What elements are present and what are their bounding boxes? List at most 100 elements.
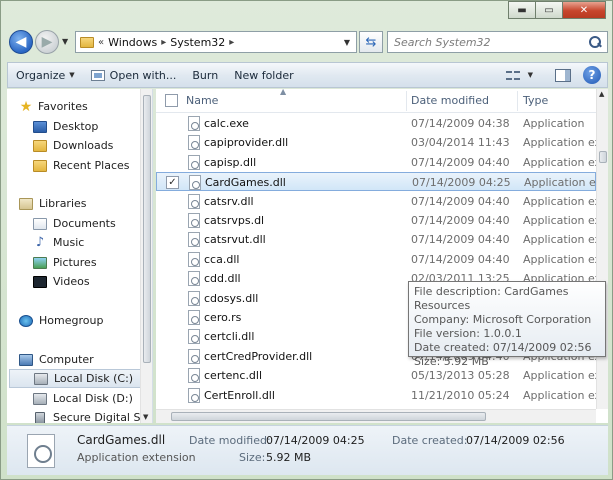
chevron-double-icon[interactable]: « <box>98 37 104 48</box>
view-options-icon <box>505 69 520 81</box>
file-name: cca.dll <box>204 252 240 266</box>
file-row[interactable]: capisp.dll 07/14/2009 04:40 Application ex <box>156 153 601 172</box>
details-pane: CardGames.dll Application extension Date… <box>7 425 608 475</box>
pictures-icon <box>33 256 47 269</box>
file-row[interactable]: capiprovider.dll 03/04/2014 11:43 Applicat… <box>156 133 601 152</box>
horizontal-scroll-thumb[interactable] <box>171 412 486 421</box>
breadcrumb-windows[interactable]: Windows <box>108 36 157 49</box>
select-all-checkbox[interactable] <box>165 94 178 107</box>
vertical-scroll-thumb[interactable] <box>599 151 607 163</box>
breadcrumb-system32[interactable]: System32 <box>170 36 225 49</box>
folder-icon <box>80 36 94 48</box>
chevron-right-icon[interactable]: ▸ <box>161 37 166 48</box>
file-date-modified: 05/13/2013 05:28 <box>411 369 510 383</box>
address-dropdown-chevron-icon[interactable]: ▼ <box>344 38 350 47</box>
command-bar: Organize ▼ Open with... Burn New folder … <box>7 62 608 88</box>
column-type[interactable]: Type <box>523 94 548 107</box>
file-icon <box>188 368 200 384</box>
file-row[interactable]: catsrv.dll 07/14/2009 04:40 Application ex <box>156 192 601 211</box>
recent-pages-chevron-icon[interactable]: ▼ <box>62 37 68 46</box>
file-icon <box>188 251 200 267</box>
details-file-name: CardGames.dll <box>77 433 166 447</box>
nav-secure-digital[interactable]: Secure Digital Sto <box>33 408 152 423</box>
file-row[interactable]: calc.exe 07/14/2009 04:38 Application <box>156 114 596 133</box>
minimize-icon[interactable]: ▬ <box>508 1 536 19</box>
new-folder-button[interactable]: New folder <box>226 64 301 86</box>
nav-libraries[interactable]: Libraries <box>19 194 152 213</box>
search-box <box>387 31 608 53</box>
homegroup-icon <box>19 314 33 327</box>
burn-button[interactable]: Burn <box>184 64 226 86</box>
scroll-up-arrow-icon[interactable]: ▲ <box>599 90 604 98</box>
disk-icon <box>34 372 48 385</box>
nav-label: Local Disk (C:) <box>54 372 134 385</box>
scroll-down-arrow-icon[interactable]: ▼ <box>143 413 148 421</box>
nav-recent-places[interactable]: Recent Places <box>33 156 152 175</box>
nav-music[interactable]: ♪ Music <box>33 233 152 252</box>
nav-documents[interactable]: Documents <box>33 214 152 233</box>
file-icon <box>188 193 200 209</box>
file-row[interactable]: cca.dll 07/14/2009 04:40 Application ex <box>156 250 601 269</box>
column-name[interactable]: Name <box>186 94 218 107</box>
sd-card-icon <box>35 411 45 423</box>
file-date-modified: 11/21/2010 05:24 <box>411 388 510 402</box>
nav-favorites[interactable]: ★ Favorites <box>19 97 152 116</box>
search-input[interactable] <box>394 35 579 49</box>
navigation-pane: ★ Favorites Desktop Downloads Recent Pla… <box>7 89 153 423</box>
help-icon[interactable]: ? <box>583 66 601 84</box>
tooltip-line: Company: Microsoft Corporation <box>414 313 592 326</box>
preview-pane-icon[interactable] <box>555 68 571 82</box>
file-icon <box>188 116 200 131</box>
nav-homegroup[interactable]: Homegroup <box>19 311 152 330</box>
new-folder-label: New folder <box>234 68 294 82</box>
column-date-modified[interactable]: Date modified <box>411 94 489 107</box>
file-name: calc.exe <box>204 117 249 130</box>
libraries-icon <box>19 197 33 210</box>
file-date-modified: 07/14/2009 04:40 <box>411 252 510 266</box>
nav-pictures[interactable]: Pictures <box>33 253 152 272</box>
address-row: ◀ ▶ ▼ « Windows ▸ System32 ▸ ▼ ⇆ <box>7 29 608 57</box>
nav-local-disk-c[interactable]: Local Disk (C:) <box>9 369 143 388</box>
nav-desktop[interactable]: Desktop <box>33 117 152 136</box>
maximize-icon[interactable]: ▭ <box>535 1 563 19</box>
nav-scrollbar[interactable]: ▼ <box>140 89 152 423</box>
nav-label: Computer <box>39 353 94 366</box>
nav-scroll-thumb[interactable] <box>143 95 151 363</box>
organize-button[interactable]: Organize ▼ <box>8 64 83 86</box>
change-view-button[interactable]: ▼ <box>498 64 541 86</box>
search-icon[interactable] <box>589 36 601 48</box>
column-divider[interactable] <box>517 91 518 111</box>
file-row[interactable]: catsrvps.dl 07/14/2009 04:40 Application e… <box>156 211 601 230</box>
file-icon <box>188 348 200 364</box>
nav-local-disk-d[interactable]: Local Disk (D:) <box>33 389 152 408</box>
file-list-horizontal-scrollbar[interactable] <box>156 409 596 423</box>
file-name: cero.rs <box>204 311 242 324</box>
nav-label: Recent Places <box>53 159 130 172</box>
desktop-icon <box>33 120 47 133</box>
nav-label: Secure Digital Sto <box>53 411 152 423</box>
row-checkbox[interactable]: ✓ <box>166 176 179 190</box>
file-icon <box>188 329 200 345</box>
file-name: CertEnroll.dll <box>204 388 275 402</box>
nav-videos[interactable]: Videos <box>33 272 152 291</box>
file-type: Application ex <box>523 388 602 402</box>
file-icon <box>188 232 200 248</box>
refresh-icon[interactable]: ⇆ <box>359 31 383 53</box>
nav-computer[interactable]: Computer <box>19 350 152 369</box>
nav-downloads[interactable]: Downloads <box>33 136 152 155</box>
file-row[interactable]: certenc.dll 05/13/2013 05:28 Application e… <box>156 366 601 385</box>
file-row[interactable]: catsrvut.dll 07/14/2009 04:40 Application … <box>156 230 601 249</box>
chevron-right-icon[interactable]: ▸ <box>229 37 234 48</box>
close-icon[interactable]: ✕ <box>562 1 606 19</box>
back-arrow-icon[interactable]: ◀ <box>9 30 33 54</box>
open-with-button[interactable]: Open with... <box>83 64 185 86</box>
file-row[interactable]: CertEnroll.dll 11/21/2010 05:24 Applicatio… <box>156 386 601 405</box>
file-type: Application ex <box>523 194 602 208</box>
column-divider[interactable] <box>406 91 407 111</box>
address-bar[interactable]: « Windows ▸ System32 ▸ ▼ <box>75 31 357 53</box>
file-icon <box>188 135 200 151</box>
forward-arrow-icon[interactable]: ▶ <box>35 30 59 54</box>
star-icon: ★ <box>19 98 33 115</box>
file-row[interactable]: ✓ CardGames.dll 07/14/2009 04:25 Applicatio… <box>156 172 602 192</box>
disk-icon <box>33 392 47 405</box>
